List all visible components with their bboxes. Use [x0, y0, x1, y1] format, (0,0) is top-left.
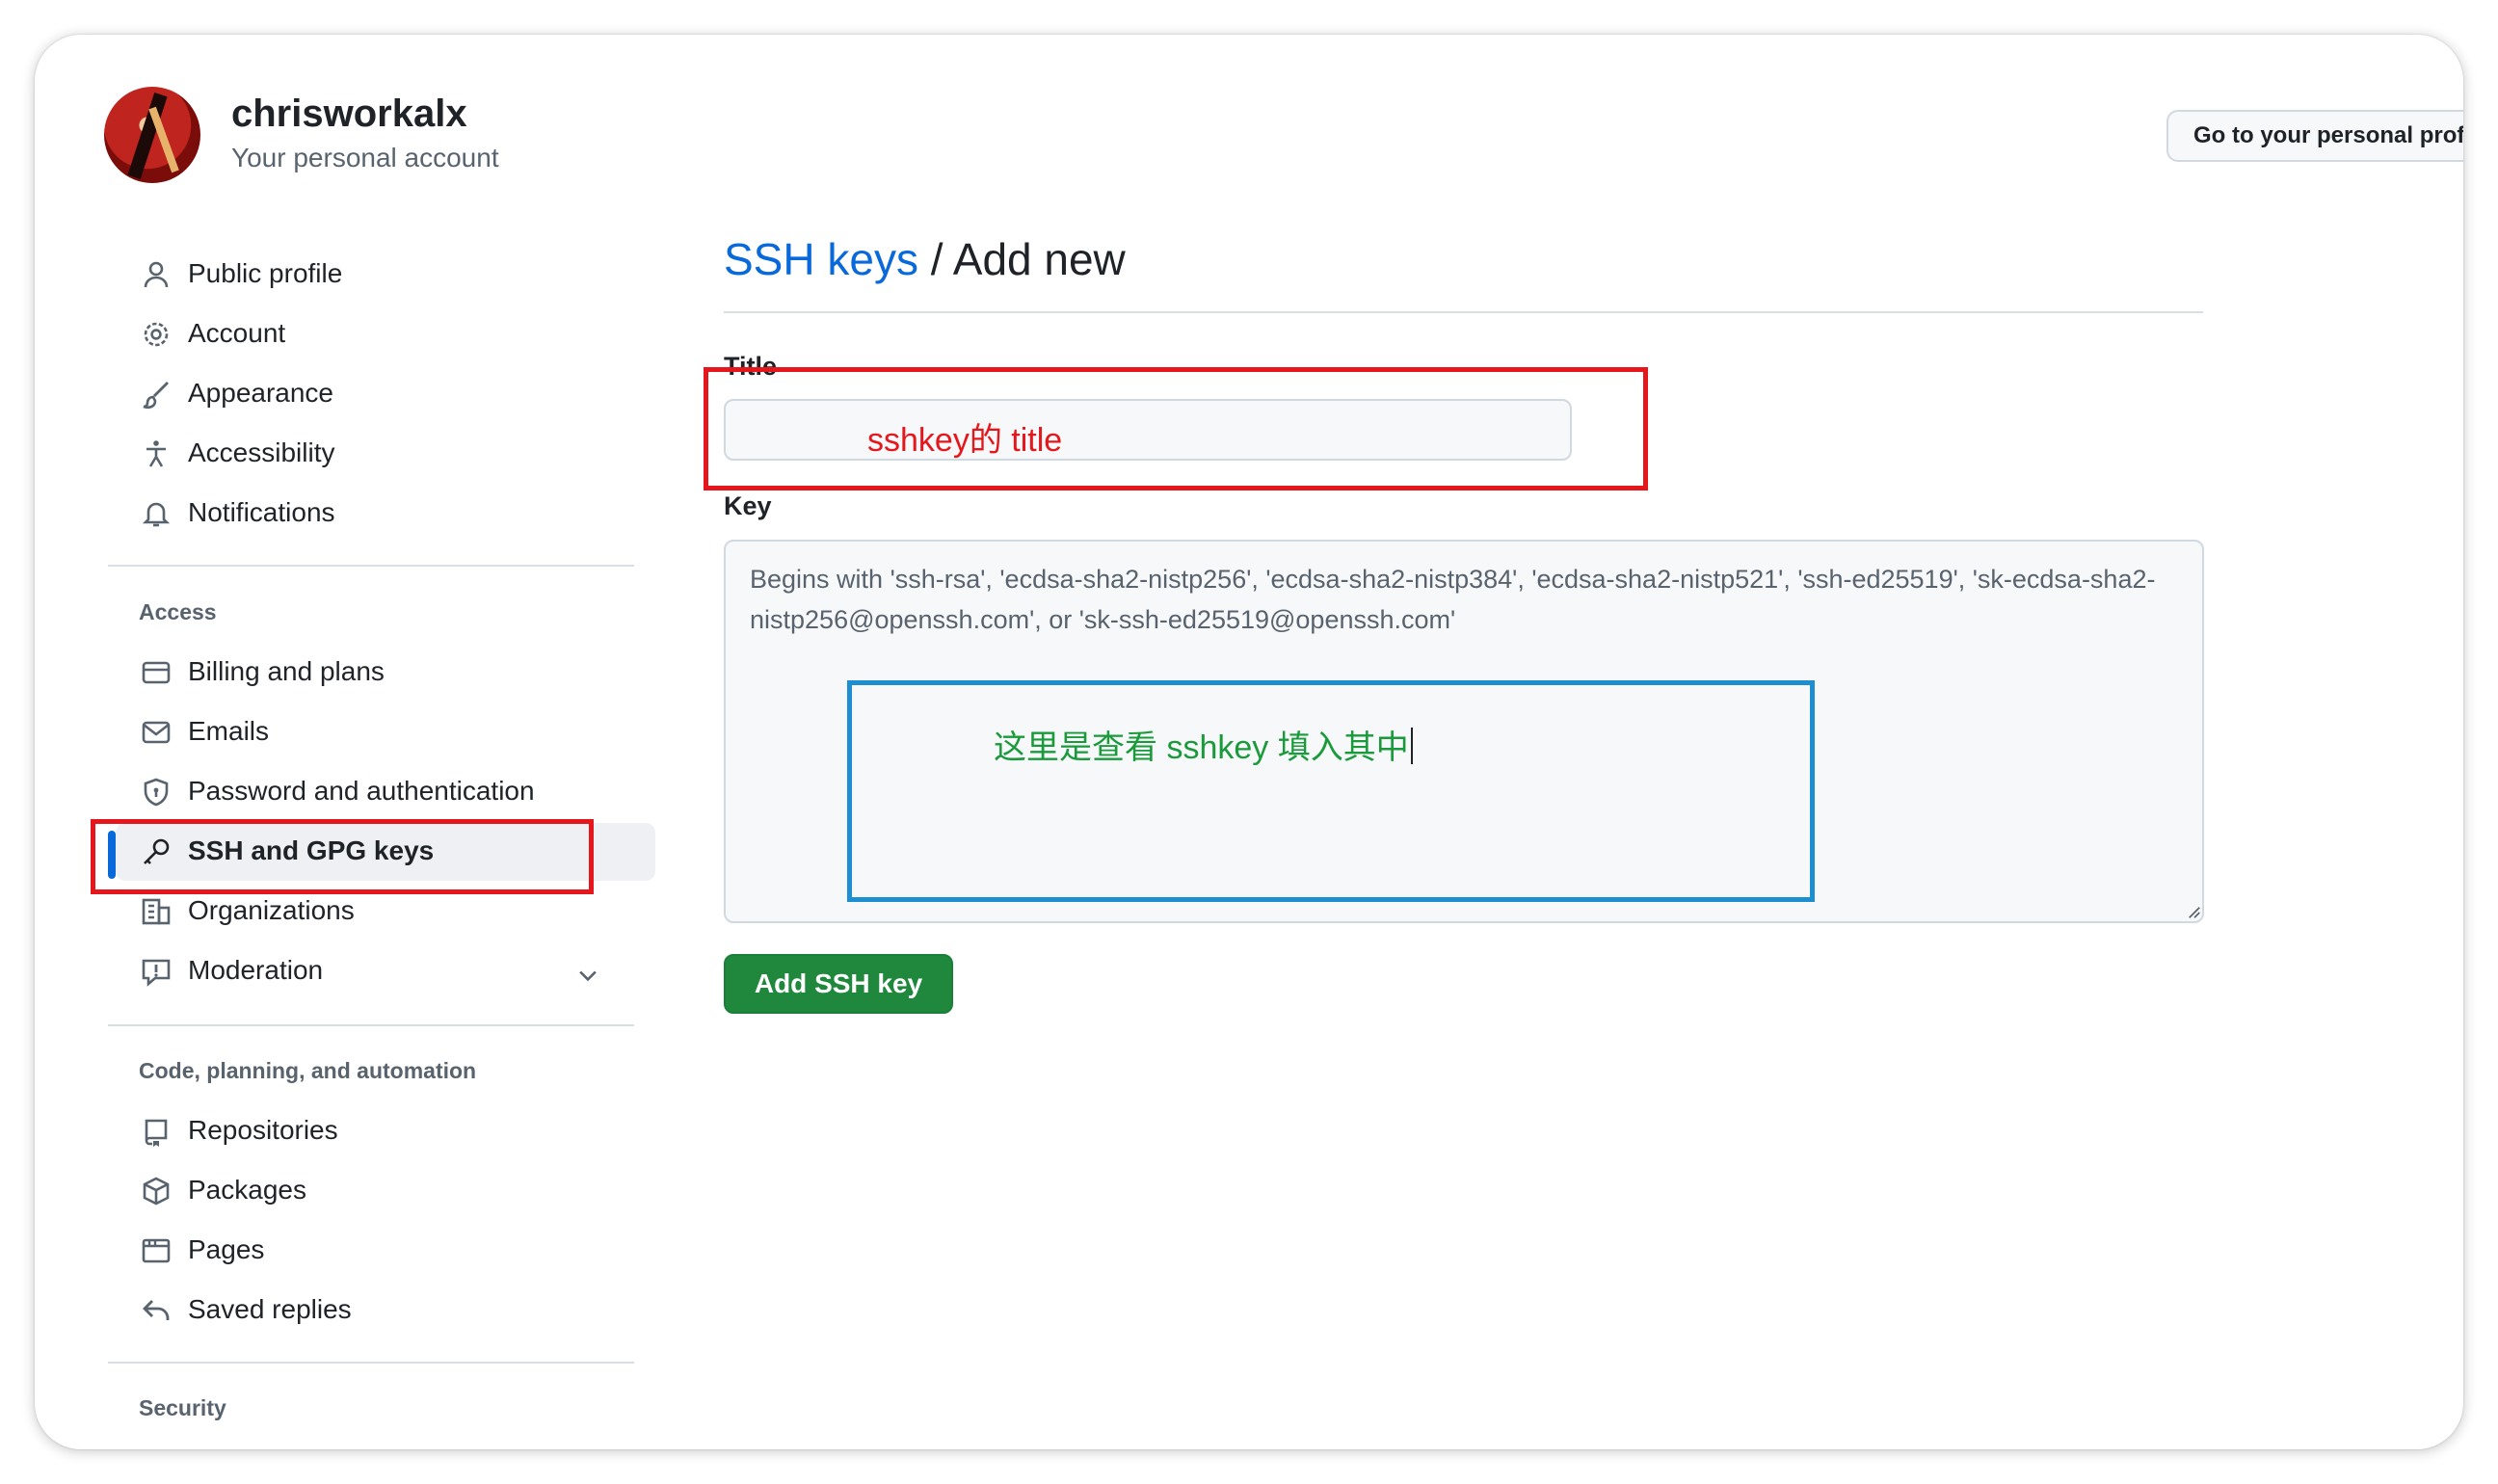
sidebar-item-appearance[interactable]: Appearance — [116, 365, 655, 423]
breadcrumb-ssh-keys-link[interactable]: SSH keys — [724, 234, 918, 284]
key-placeholder: Begins with 'ssh-rsa', 'ecdsa-sha2-nistp… — [750, 565, 2156, 634]
sidebar-item-public-profile[interactable]: Public profile — [116, 246, 655, 304]
browser-icon — [142, 1238, 171, 1263]
sidebar-item-label: Public profile — [188, 258, 343, 288]
sidebar-item-label: Pages — [188, 1234, 265, 1264]
sidebar-divider — [108, 1024, 634, 1026]
paintbrush-icon — [143, 382, 169, 410]
sidebar-section-code: Code, planning, and automation — [139, 1058, 477, 1083]
sidebar-item-accessibility[interactable]: Accessibility — [116, 425, 655, 483]
sidebar-item-label: Account — [188, 318, 286, 348]
account-subtitle: Your personal account — [231, 143, 499, 172]
package-icon — [143, 1177, 170, 1206]
organization-icon — [142, 898, 171, 925]
username[interactable]: chrisworkalx — [231, 93, 467, 136]
key-field-label: Key — [724, 491, 772, 520]
report-icon — [142, 959, 171, 987]
add-ssh-key-button[interactable]: Add SSH key — [724, 954, 953, 1014]
annotation-box-nav — [91, 819, 594, 894]
accessibility-icon — [146, 440, 166, 467]
window-frame: chrisworkalx Your personal account Go to… — [35, 35, 2463, 1449]
bell-icon — [142, 502, 171, 527]
sidebar-item-emails[interactable]: Emails — [116, 703, 655, 761]
repo-icon — [145, 1119, 168, 1147]
sidebar-section-security: Security — [139, 1395, 226, 1420]
sidebar-item-label: Moderation — [188, 955, 324, 985]
sidebar-section-access: Access — [139, 599, 217, 624]
annotation-box-key — [847, 680, 1815, 902]
sidebar-item-pages[interactable]: Pages — [116, 1222, 655, 1280]
shield-lock-icon — [144, 778, 169, 807]
sidebar-item-repositories[interactable]: Repositories — [116, 1102, 655, 1160]
sidebar-item-billing[interactable]: Billing and plans — [116, 644, 655, 702]
chevron-down-icon[interactable] — [574, 962, 601, 989]
sidebar-item-label: Accessibility — [188, 437, 335, 467]
sidebar-item-password[interactable]: Password and authentication — [116, 763, 655, 821]
credit-card-icon — [142, 661, 171, 684]
sidebar-item-label: Repositories — [188, 1115, 338, 1145]
gear-icon — [144, 322, 169, 347]
key-annotation-text: 这里是查看 sshkey 填入其中 — [994, 721, 1413, 768]
mail-icon — [142, 721, 171, 744]
title-divider — [724, 311, 2203, 313]
sidebar-item-label: Notifications — [188, 497, 335, 527]
page-title: SSH keys / Add new — [724, 233, 1126, 285]
sidebar-item-label: Packages — [188, 1175, 306, 1205]
sidebar-item-notifications[interactable]: Notifications — [116, 485, 655, 543]
breadcrumb-current: / Add new — [917, 234, 1126, 284]
resize-handle-icon[interactable] — [2188, 906, 2201, 919]
sidebar-item-label: Password and authentication — [188, 776, 535, 806]
sidebar-item-saved-replies[interactable]: Saved replies — [116, 1282, 655, 1339]
sidebar-item-label: Billing and plans — [188, 656, 385, 686]
go-to-profile-button[interactable]: Go to your personal prof — [2166, 110, 2463, 162]
sidebar-divider — [108, 565, 634, 567]
sidebar-item-label: Saved replies — [188, 1294, 352, 1324]
person-icon — [144, 261, 169, 288]
sidebar-item-label: Organizations — [188, 895, 355, 925]
annotation-box-title — [704, 367, 1648, 490]
reply-icon — [143, 1300, 170, 1320]
avatar[interactable] — [104, 87, 200, 183]
sidebar-divider — [108, 1362, 634, 1364]
sidebar-item-label: Emails — [188, 716, 270, 746]
sidebar-item-packages[interactable]: Packages — [116, 1162, 655, 1220]
sidebar-item-label: Appearance — [188, 378, 334, 408]
sidebar-item-account[interactable]: Account — [116, 305, 655, 363]
